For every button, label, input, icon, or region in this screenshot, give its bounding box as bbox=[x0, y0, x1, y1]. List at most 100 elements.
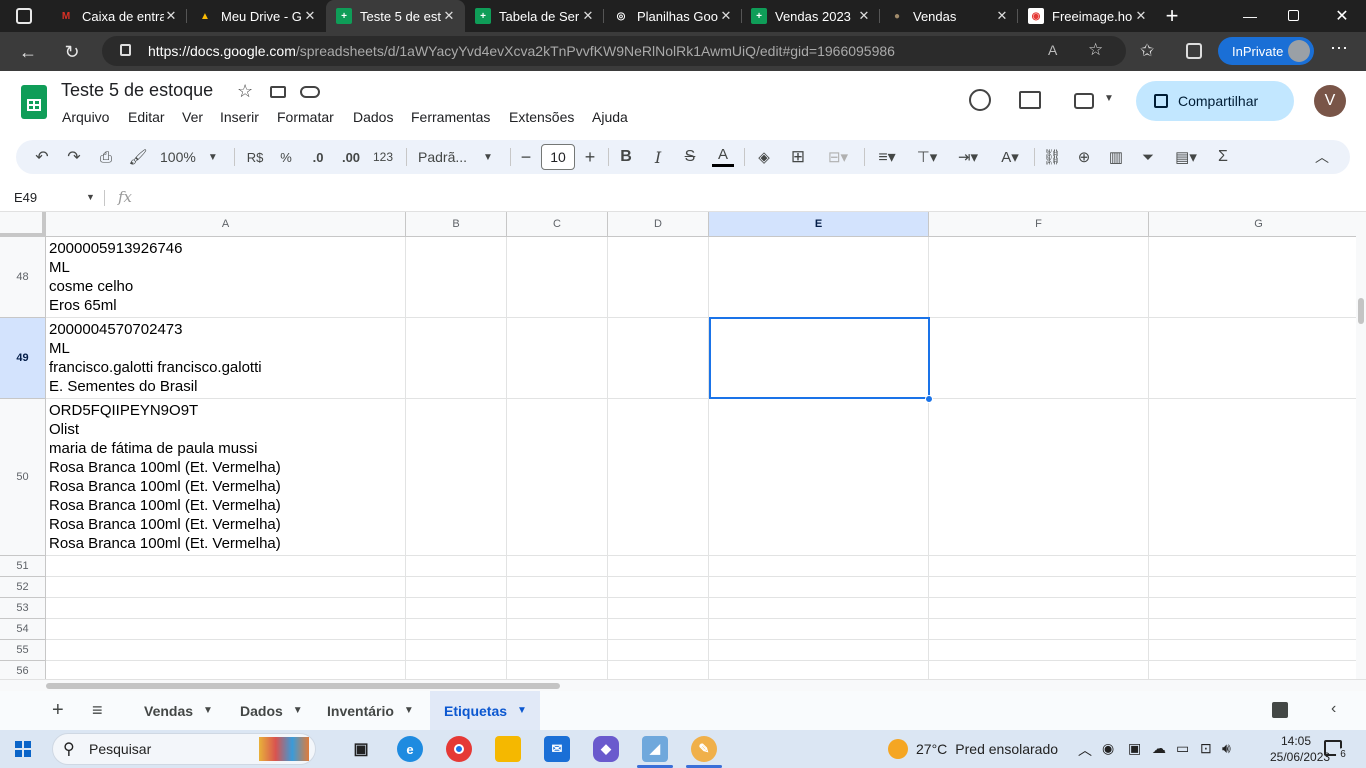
grid-cell[interactable] bbox=[929, 318, 1149, 399]
weather-widget[interactable]: 27°C Pred ensolarado bbox=[888, 739, 1058, 759]
battery-icon[interactable]: ▭ bbox=[1176, 740, 1189, 757]
grid-cell[interactable] bbox=[709, 556, 929, 577]
row-header[interactable]: 55 bbox=[0, 640, 46, 661]
mail-icon[interactable]: ✉ bbox=[544, 736, 570, 762]
menu-item[interactable]: Extensões bbox=[509, 109, 574, 125]
close-tab-icon[interactable]: ✕ bbox=[163, 8, 179, 24]
name-box-dropdown-icon[interactable]: ▼ bbox=[86, 192, 95, 202]
row-header[interactable]: 56 bbox=[0, 661, 46, 679]
record-icon[interactable]: ◉ bbox=[1102, 740, 1114, 757]
selected-cell-outline[interactable] bbox=[709, 317, 930, 399]
strikethrough-button[interactable]: S bbox=[680, 140, 700, 174]
paint-format-icon[interactable]: 🖌 bbox=[126, 140, 150, 174]
browser-tab[interactable]: ◎ Planilhas Goo ✕ bbox=[603, 0, 742, 32]
grid-cell[interactable] bbox=[46, 598, 406, 619]
grid-cell[interactable] bbox=[709, 237, 929, 318]
grid-cell[interactable] bbox=[608, 598, 709, 619]
grid-cell[interactable] bbox=[507, 399, 608, 556]
all-sheets-menu-icon[interactable]: ≡ bbox=[92, 691, 112, 730]
vertical-align-icon[interactable]: ⊤▾ bbox=[910, 140, 944, 174]
column-header[interactable]: D bbox=[608, 212, 709, 237]
grid-cell[interactable] bbox=[1149, 640, 1356, 661]
close-tab-icon[interactable]: ✕ bbox=[580, 8, 596, 24]
name-box[interactable]: E49 bbox=[14, 190, 37, 205]
text-wrapping-icon[interactable]: ⇥▾ bbox=[950, 140, 986, 174]
browser-tab[interactable]: + Tabela de Ser ✕ bbox=[465, 0, 604, 32]
grid-cell[interactable] bbox=[608, 556, 709, 577]
network-icon[interactable]: ⊡ bbox=[1200, 740, 1212, 757]
grid-cell[interactable] bbox=[406, 399, 507, 556]
collapse-toolbar-icon[interactable]: ︿ bbox=[1310, 140, 1334, 174]
horizontal-scrollbar[interactable] bbox=[0, 679, 1366, 691]
close-tab-icon[interactable]: ✕ bbox=[856, 8, 872, 24]
grid-cell[interactable] bbox=[929, 619, 1149, 640]
menu-item[interactable]: Dados bbox=[353, 109, 393, 125]
app-icon[interactable]: ◢ bbox=[642, 736, 668, 762]
grid-cell[interactable] bbox=[929, 237, 1149, 318]
grid-cell[interactable] bbox=[1149, 598, 1356, 619]
collapse-side-panel-icon[interactable]: ‹ bbox=[1331, 700, 1336, 718]
vertical-scroll-thumb[interactable] bbox=[1358, 298, 1364, 324]
share-button[interactable]: Compartilhar bbox=[1136, 81, 1294, 121]
grid-cell[interactable] bbox=[1149, 619, 1356, 640]
menu-item[interactable]: Ajuda bbox=[592, 109, 628, 125]
currency-format-button[interactable]: R$ bbox=[242, 140, 268, 174]
browser-tab[interactable]: ◉ Freeimage.ho ✕ bbox=[1018, 0, 1157, 32]
inprivate-badge[interactable]: InPrivate bbox=[1218, 37, 1314, 65]
browser-tab[interactable]: ▲ Meu Drive - G ✕ bbox=[187, 0, 326, 32]
favorite-star-icon[interactable]: ☆ bbox=[1088, 40, 1103, 60]
close-tab-icon[interactable]: ✕ bbox=[441, 8, 457, 24]
font-size-input[interactable]: 10 bbox=[541, 144, 575, 170]
horizontal-scroll-thumb[interactable] bbox=[46, 683, 560, 689]
row-header[interactable]: 53 bbox=[0, 598, 46, 619]
collections-icon[interactable] bbox=[1186, 43, 1202, 59]
grid-cell[interactable] bbox=[929, 661, 1149, 679]
chevron-down-icon[interactable]: ▼ bbox=[404, 705, 414, 716]
chevron-down-icon[interactable]: ▼ bbox=[203, 705, 213, 716]
increase-decimal-button[interactable]: .00 bbox=[338, 140, 364, 174]
functions-button[interactable]: Σ bbox=[1212, 140, 1234, 174]
close-tab-icon[interactable]: ✕ bbox=[718, 8, 734, 24]
grid-cell[interactable] bbox=[507, 619, 608, 640]
grid-cell[interactable] bbox=[929, 399, 1149, 556]
add-sheet-button[interactable]: + bbox=[52, 691, 72, 730]
grid-cell[interactable] bbox=[406, 318, 507, 399]
borders-icon[interactable]: ⊞ bbox=[786, 140, 810, 174]
move-folder-icon[interactable] bbox=[270, 86, 286, 98]
zoom-select[interactable]: 100% ▼ bbox=[160, 140, 226, 174]
refresh-button[interactable]: ↻ bbox=[58, 38, 86, 66]
row-header[interactable]: 51 bbox=[0, 556, 46, 577]
grid-cell[interactable] bbox=[608, 640, 709, 661]
font-family-select[interactable]: Padrã... ▼ bbox=[418, 140, 498, 174]
grid-cell[interactable] bbox=[1149, 661, 1356, 679]
browser-tab[interactable]: + Vendas 2023 ✕ bbox=[741, 0, 880, 32]
sheet-tab[interactable]: Etiquetas ▼ bbox=[430, 691, 540, 730]
grid-cell[interactable] bbox=[46, 619, 406, 640]
browser-tab[interactable]: ● Vendas ✕ bbox=[879, 0, 1018, 32]
row-header[interactable]: 48 bbox=[0, 237, 46, 318]
menu-item[interactable]: Ferramentas bbox=[411, 109, 490, 125]
increase-font-size-button[interactable]: + bbox=[580, 140, 600, 174]
task-view-icon[interactable]: ▣ bbox=[348, 736, 374, 762]
back-button[interactable]: ← bbox=[14, 38, 42, 66]
clock[interactable]: 14:05 25/06/2023 bbox=[1270, 733, 1330, 765]
grid-cell[interactable] bbox=[709, 661, 929, 679]
browser-tab[interactable]: + Teste 5 de est ✕ bbox=[326, 0, 465, 32]
read-aloud-icon[interactable]: A bbox=[1048, 42, 1057, 58]
column-header[interactable]: A bbox=[46, 212, 406, 237]
grid-cell[interactable] bbox=[46, 556, 406, 577]
grid-cell[interactable] bbox=[507, 598, 608, 619]
star-icon[interactable]: ☆ bbox=[237, 81, 253, 102]
insert-comment-icon[interactable]: ⊕ bbox=[1072, 140, 1096, 174]
sheets-logo-icon[interactable] bbox=[21, 85, 47, 119]
document-title[interactable]: Teste 5 de estoque bbox=[61, 80, 213, 101]
camera-icon[interactable]: ▣ bbox=[1128, 740, 1141, 757]
grid-cell[interactable] bbox=[709, 399, 929, 556]
percent-format-button[interactable]: % bbox=[276, 140, 296, 174]
row-header[interactable]: 50 bbox=[0, 399, 46, 556]
chevron-down-icon[interactable]: ▼ bbox=[293, 705, 303, 716]
filter-icon[interactable]: ⏷ bbox=[1136, 140, 1160, 174]
grid-cell[interactable] bbox=[709, 577, 929, 598]
edge-icon[interactable]: e bbox=[397, 736, 423, 762]
show-hidden-icons[interactable]: ︿ bbox=[1078, 740, 1092, 760]
